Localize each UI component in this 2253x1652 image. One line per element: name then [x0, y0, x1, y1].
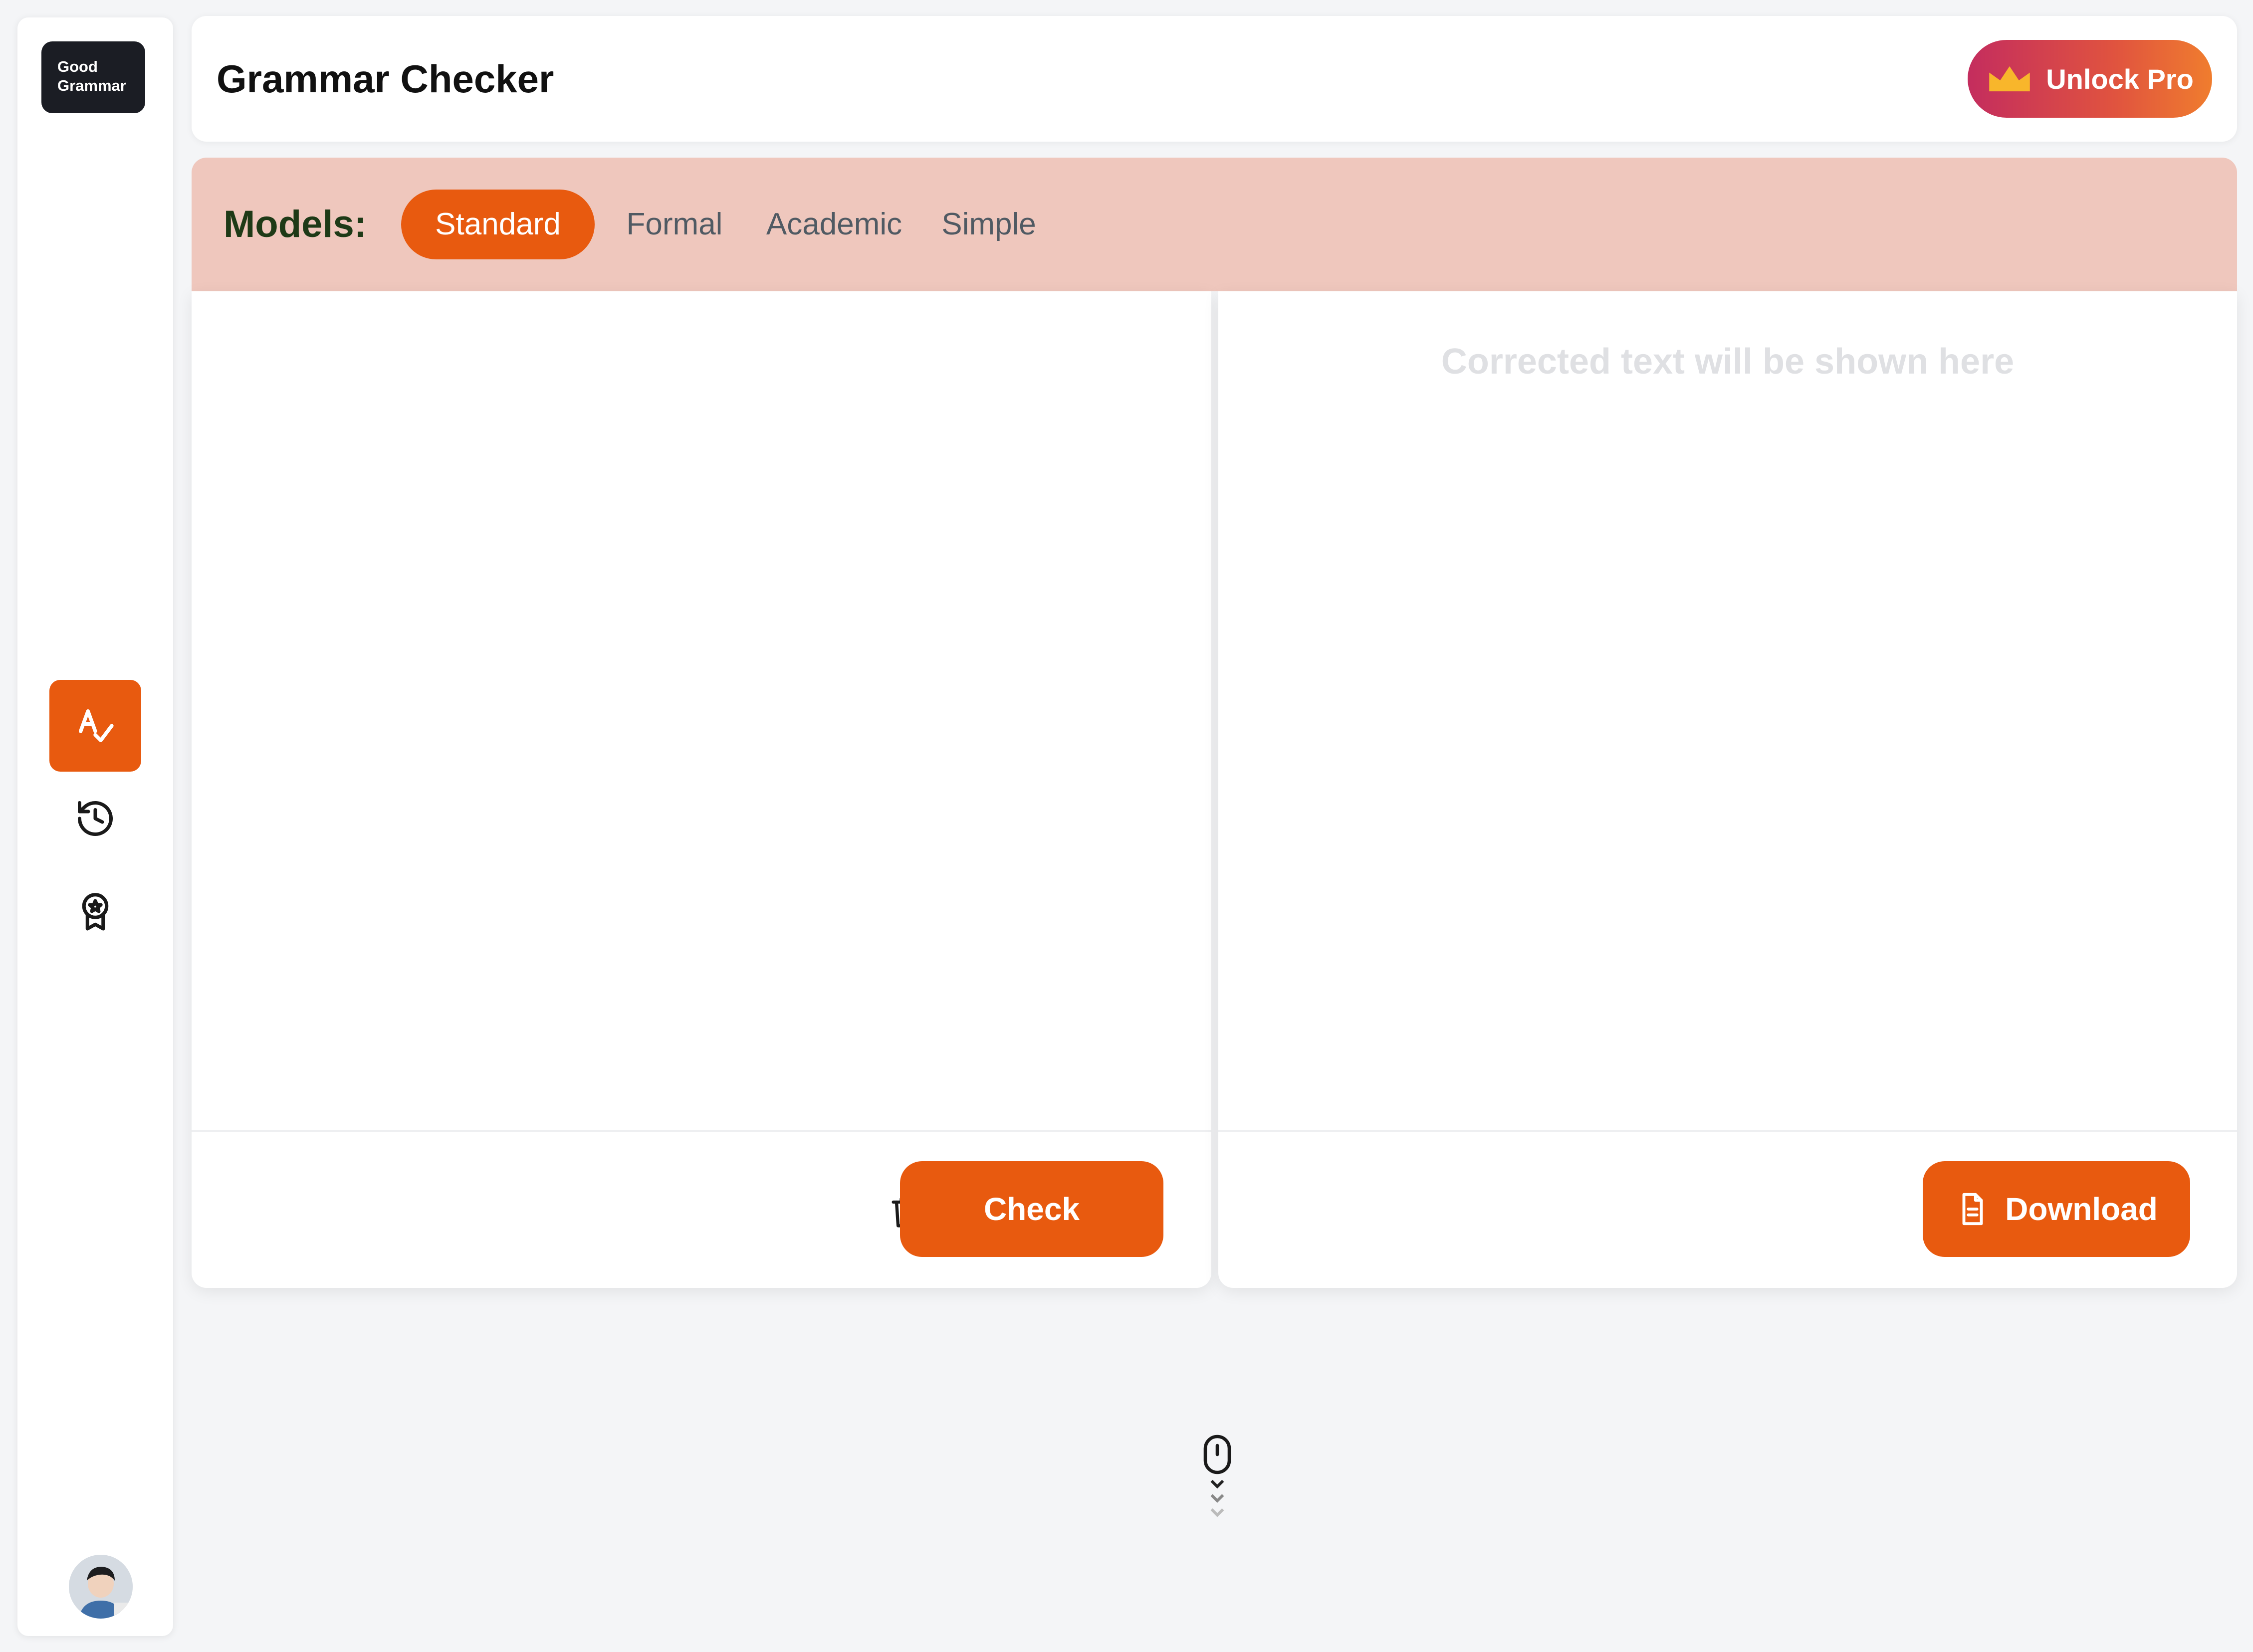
avatar[interactable] [69, 1555, 133, 1619]
download-label: Download [2005, 1191, 2158, 1227]
check-button[interactable]: Check [900, 1161, 1163, 1257]
crown-icon [1989, 66, 2030, 92]
logo-line-2: Grammar [57, 77, 126, 94]
user-avatar-image [69, 1555, 133, 1619]
history-icon [78, 801, 113, 836]
award-icon [82, 893, 109, 931]
model-tab-academic[interactable]: Academic [754, 190, 914, 259]
mouse-icon [1203, 1435, 1231, 1474]
model-tab-standard[interactable]: Standard [401, 190, 595, 259]
model-tab-simple[interactable]: Simple [929, 190, 1049, 259]
unlock-pro-label: Unlock Pro [2046, 63, 2194, 95]
page-title: Grammar Checker [217, 57, 554, 101]
app-logo[interactable]: Good Grammar [41, 41, 145, 113]
scroll-down-chevrons-icon [1210, 1479, 1224, 1517]
nav-history[interactable] [49, 773, 141, 864]
model-tab-formal[interactable]: Formal [615, 190, 734, 259]
output-area: Corrected text will be shown here [1218, 291, 2237, 1130]
panel-divider [192, 1130, 1211, 1132]
models-label: Models: [224, 203, 367, 245]
panel-divider [1218, 1130, 2237, 1132]
logo-line-1: Good [57, 58, 98, 75]
text-input-area[interactable] [192, 291, 1211, 1130]
spell-check-icon [79, 709, 114, 742]
download-button[interactable]: Download [1923, 1161, 2190, 1257]
document-icon [1962, 1193, 1983, 1226]
input-panel: Check [192, 291, 1211, 1288]
header-bar: Grammar Checker Unlock Pro [192, 16, 2237, 142]
sidebar: Good Grammar [17, 17, 173, 1636]
nav-grammar-checker[interactable] [49, 680, 141, 772]
output-panel: Corrected text will be shown here Downlo… [1218, 291, 2237, 1288]
unlock-pro-button[interactable]: Unlock Pro [1968, 40, 2212, 118]
scroll-indicator [1197, 1434, 1237, 1523]
models-bar: Models: Standard Formal Academic Simple [192, 158, 2237, 291]
output-placeholder: Corrected text will be shown here [1441, 342, 2015, 382]
nav-awards[interactable] [49, 865, 141, 957]
